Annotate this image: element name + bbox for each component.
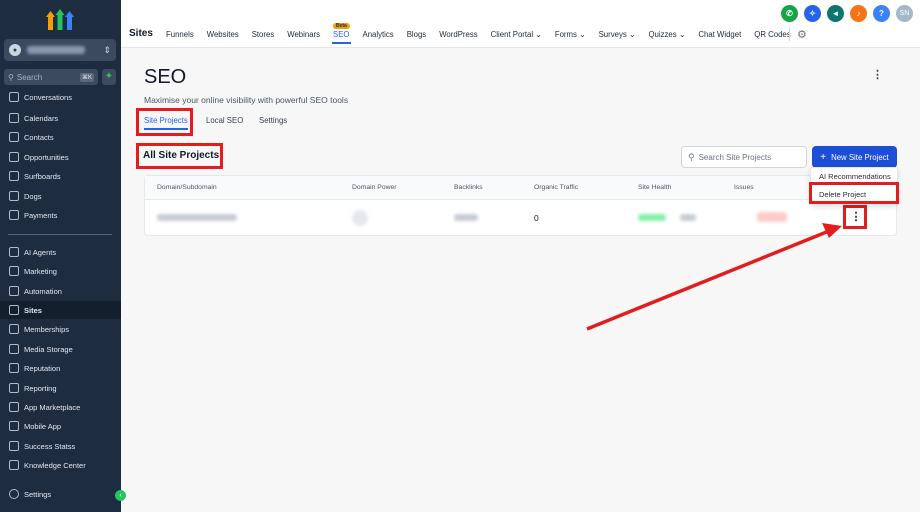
- annotation-arrow: [586, 223, 842, 331]
